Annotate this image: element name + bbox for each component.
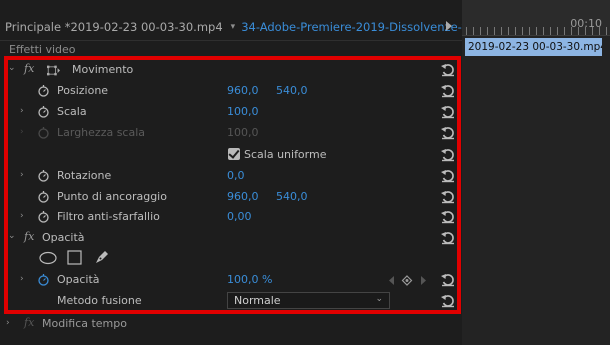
param-rotazione[interactable]: › Rotazione 0,0 (0, 166, 462, 187)
param-opacita[interactable]: › Opacità 100,0 % (0, 270, 462, 291)
scala-uniforme-checkbox[interactable] (228, 148, 240, 160)
metodo-fusione-value: Normale (234, 294, 281, 307)
rectangle-mask-icon[interactable] (67, 250, 82, 265)
reset-icon[interactable] (440, 83, 456, 98)
param-scala[interactable]: › Scala 100,0 (0, 102, 462, 123)
chevron-down-icon: ⌄ (375, 294, 383, 304)
stopwatch-icon[interactable] (37, 273, 50, 286)
rotazione-value[interactable]: 0,0 (227, 169, 245, 182)
metodo-fusione-select[interactable]: Normale ⌄ (227, 292, 390, 309)
clip-name[interactable]: 34-Adobe-Premiere-2019-Dissolvenze-v... (241, 20, 462, 34)
scala-label: Scala (57, 105, 87, 118)
chevron-right-icon: › (20, 127, 24, 137)
reset-icon[interactable] (440, 147, 456, 162)
chevron-down-icon[interactable]: ▾ (231, 22, 236, 32)
reset-icon[interactable] (440, 272, 456, 287)
panel-tabs: Principale *2019-02-23 00-03-30.mp4 ▾ 34… (0, 14, 462, 40)
scala-uniforme-label: Scala uniforme (244, 148, 327, 161)
pen-mask-icon[interactable] (94, 249, 110, 265)
posizione-label: Posizione (57, 84, 109, 97)
transform-icon[interactable] (47, 64, 60, 77)
stopwatch-icon[interactable] (37, 105, 50, 118)
scala-value[interactable]: 100,0 (227, 105, 259, 118)
reset-icon[interactable] (440, 125, 456, 140)
param-filtro-anti-sfarfallio[interactable]: › Filtro anti-sfarfallio 0,00 (0, 207, 462, 228)
fx-icon: fx (24, 316, 35, 329)
stopwatch-icon (38, 127, 49, 139)
chevron-right-icon[interactable]: › (20, 170, 24, 180)
chevron-right-icon[interactable]: › (20, 274, 24, 284)
larghezza-value: 100,0 (227, 126, 259, 139)
fx-icon[interactable]: fx (24, 230, 34, 243)
reset-icon[interactable] (440, 189, 456, 204)
stopwatch-icon[interactable] (37, 190, 50, 203)
opacita-label: Opacità (57, 273, 100, 286)
play-icon[interactable] (442, 19, 456, 33)
posizione-x-value[interactable]: 960,0 (227, 84, 259, 97)
effect-opacita[interactable]: ⌄ fx Opacità (0, 228, 462, 249)
reset-icon[interactable] (440, 62, 456, 77)
effect-movimento[interactable]: ⌄ fx Movimento (0, 60, 462, 81)
ancoraggio-label: Punto di ancoraggio (57, 190, 167, 203)
param-metodo-fusione[interactable]: Metodo fusione Normale ⌄ (0, 291, 462, 312)
timeline-ruler[interactable]: 00:10 (462, 0, 610, 36)
ancoraggio-x-value[interactable]: 960,0 (227, 190, 259, 203)
keyframe-icon[interactable] (388, 275, 428, 286)
chevron-right-icon[interactable]: › (20, 106, 24, 116)
param-posizione[interactable]: Posizione 960,0 540,0 (0, 81, 462, 102)
reset-icon[interactable] (440, 168, 456, 183)
rotazione-label: Rotazione (57, 169, 112, 182)
larghezza-label: Larghezza scala (57, 126, 146, 139)
posizione-y-value[interactable]: 540,0 (276, 84, 308, 97)
reset-icon[interactable] (440, 230, 456, 245)
param-scala-uniforme: Scala uniforme (0, 145, 462, 166)
effects-header-label: Effetti video (9, 43, 76, 56)
reset-icon[interactable] (440, 104, 456, 119)
movimento-label: Movimento (72, 63, 134, 76)
effect-modifica-tempo[interactable]: › fx Modifica tempo (0, 314, 462, 335)
ellipse-mask-icon[interactable] (39, 251, 57, 265)
reset-icon[interactable] (440, 293, 456, 308)
filtro-label: Filtro anti-sfarfallio (57, 210, 160, 223)
ancoraggio-y-value[interactable]: 540,0 (276, 190, 308, 203)
chevron-right-icon[interactable]: › (20, 211, 24, 221)
fx-icon[interactable]: fx (24, 62, 34, 75)
effects-header: Effetti video (0, 40, 462, 58)
mask-tools (0, 248, 462, 269)
param-larghezza-scala: › Larghezza scala 100,0 (0, 123, 462, 144)
chevron-right-icon[interactable]: › (6, 318, 10, 328)
stopwatch-icon[interactable] (37, 84, 50, 97)
stopwatch-icon[interactable] (37, 210, 50, 223)
timeline-clip[interactable]: 2019-02-23 00-03-30.mp4 (465, 38, 602, 56)
filtro-value[interactable]: 0,00 (227, 210, 252, 223)
ruler-ticks (466, 27, 610, 35)
opacita-effect-label: Opacità (42, 231, 85, 244)
modifica-tempo-label: Modifica tempo (42, 317, 127, 330)
metodo-label: Metodo fusione (57, 294, 142, 307)
chevron-down-icon[interactable]: ⌄ (8, 231, 16, 241)
sequence-name[interactable]: Principale *2019-02-23 00-03-30.mp4 (0, 20, 223, 34)
chevron-down-icon[interactable]: ⌄ (8, 63, 16, 73)
reset-icon[interactable] (440, 209, 456, 224)
param-punto-ancoraggio[interactable]: Punto di ancoraggio 960,0 540,0 (0, 187, 462, 208)
stopwatch-icon[interactable] (37, 169, 50, 182)
opacita-value[interactable]: 100,0 % (227, 273, 272, 286)
